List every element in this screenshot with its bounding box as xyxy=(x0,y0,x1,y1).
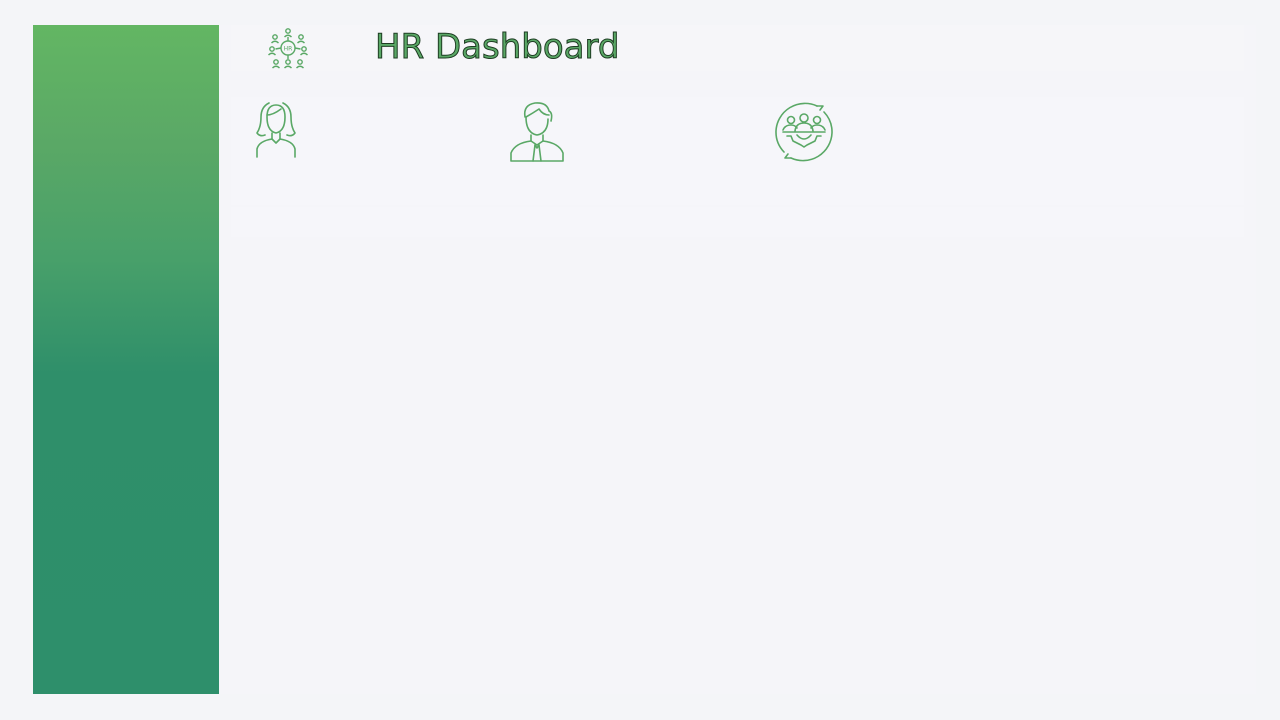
hr-network-icon: HR xyxy=(267,27,309,69)
svg-text:HR: HR xyxy=(284,46,293,53)
team-cycle-icon xyxy=(773,101,835,163)
sidebar xyxy=(33,25,219,694)
header: HR HR Dashboard xyxy=(231,25,1244,71)
content-strip xyxy=(231,207,1244,237)
female-employee-icon xyxy=(253,101,299,159)
main-content: HR HR Dashboard xyxy=(219,25,1256,694)
employee-cards xyxy=(231,97,1244,205)
page-title: HR Dashboard xyxy=(374,27,620,68)
male-employee-icon xyxy=(509,101,565,163)
